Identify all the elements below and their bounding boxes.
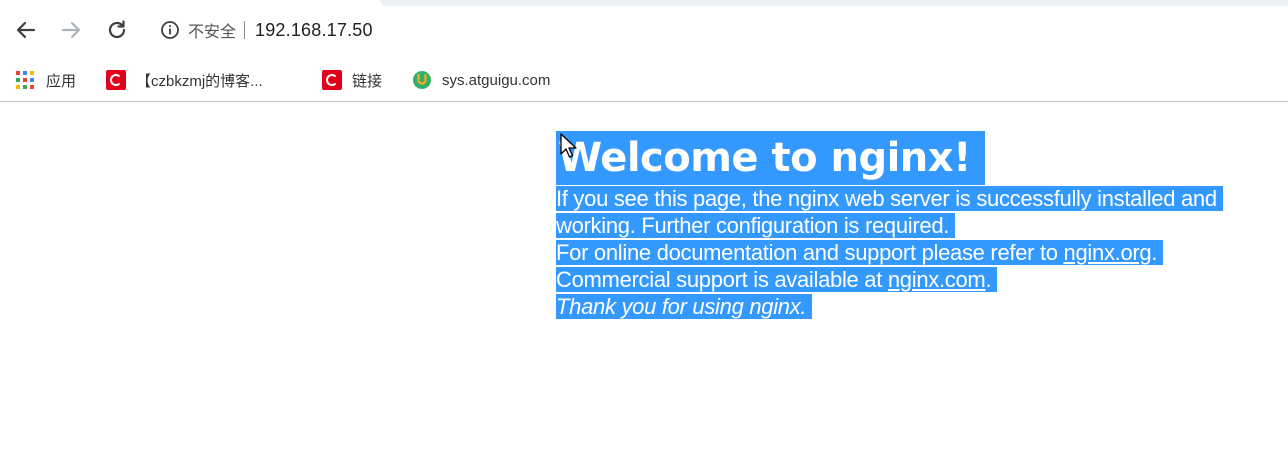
thanks-message: Thank you for using nginx.	[556, 293, 1276, 320]
support-line-1: For online documentation and support ple…	[556, 240, 1164, 265]
address-separator	[244, 21, 246, 39]
reload-icon	[108, 20, 126, 39]
bookmarks-bar: 应用 【czbkzmj的博客... 链接 sys.atguigu.com	[0, 60, 1288, 102]
address-bar[interactable]: 不安全 192.168.17.50	[160, 16, 373, 44]
support-line-1-suffix: .	[1151, 240, 1158, 265]
info-icon[interactable]	[160, 20, 180, 40]
bookmark-label: 【czbkzmj的博客...	[136, 72, 263, 90]
browser-toolbar: 不安全 192.168.17.50	[0, 0, 1288, 60]
install-message-line-1: If you see this page, the nginx web serv…	[556, 186, 1223, 211]
tab-strip	[380, 0, 1288, 6]
insecure-label: 不安全	[188, 24, 237, 41]
back-arrow-icon	[16, 21, 36, 39]
bookmark-atguigu[interactable]: sys.atguigu.com	[412, 66, 550, 94]
support-line-2: Commercial support is available at nginx…	[556, 267, 998, 292]
back-button[interactable]	[12, 16, 40, 44]
csdn-icon	[106, 70, 126, 90]
nginx-com-link[interactable]: nginx.com	[888, 267, 986, 292]
mouse-cursor-icon	[560, 133, 577, 158]
install-message: If you see this page, the nginx web serv…	[556, 185, 1276, 239]
bookmark-apps[interactable]: 应用	[16, 66, 76, 94]
url-text[interactable]: 192.168.17.50	[255, 20, 373, 41]
nginx-welcome-page: Welcome to nginx! If you see this page, …	[556, 131, 1276, 320]
support-message: For online documentation and support ple…	[556, 239, 1276, 293]
support-line-2-text: Commercial support is available at	[556, 267, 888, 292]
bookmark-links[interactable]: 链接	[322, 66, 382, 94]
bookmark-label: sys.atguigu.com	[442, 71, 551, 89]
atguigu-icon	[413, 71, 431, 89]
nginx-org-link[interactable]: nginx.org	[1064, 240, 1152, 265]
reload-button[interactable]	[103, 16, 131, 44]
thanks-text: Thank you for using nginx.	[556, 294, 813, 319]
csdn-icon	[322, 70, 342, 90]
bookmark-label: 应用	[46, 72, 77, 90]
install-message-line-2: working. Further configuration is requir…	[556, 213, 956, 238]
support-line-2-suffix: .	[985, 267, 992, 292]
page-heading: Welcome to nginx!	[556, 131, 985, 185]
apps-grid-icon	[16, 71, 34, 89]
forward-arrow-icon	[61, 21, 81, 39]
support-line-1-text: For online documentation and support ple…	[556, 240, 1064, 265]
forward-button[interactable]	[57, 16, 85, 44]
bookmark-label: 链接	[352, 72, 383, 90]
bookmark-csdn-blog[interactable]: 【czbkzmj的博客...	[106, 66, 263, 94]
